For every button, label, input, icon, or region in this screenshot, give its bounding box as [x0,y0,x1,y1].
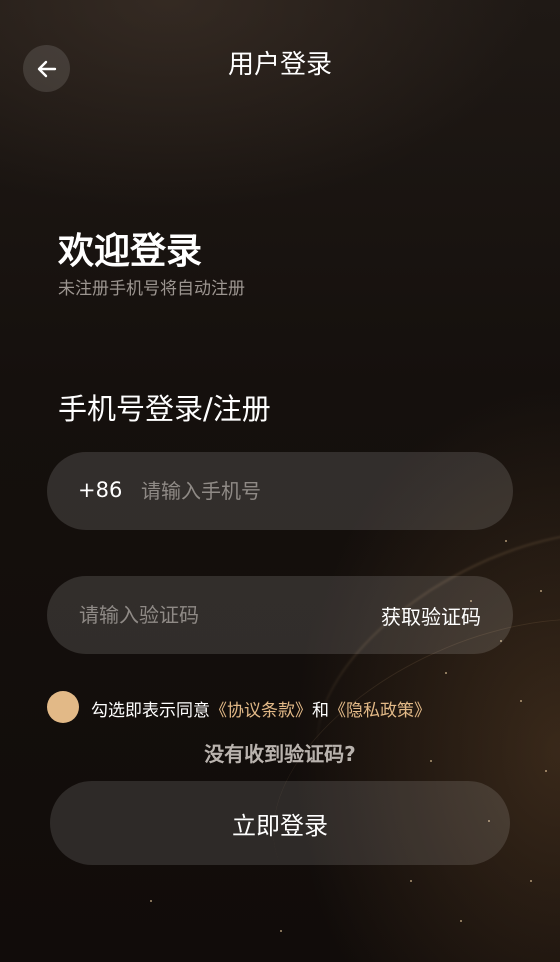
code-input[interactable] [79,576,369,654]
terms-link[interactable]: 《协议条款》 [210,701,312,721]
login-button[interactable]: 立即登录 [50,781,510,865]
sparkle [150,900,152,902]
welcome-subtitle: 未注册手机号将自动注册 [58,279,245,299]
phone-input[interactable] [141,452,481,530]
sparkle [530,880,532,882]
sparkle [445,672,447,674]
sparkle [520,700,522,702]
code-field: 获取验证码 [47,576,513,654]
app-header: 用户登录 [0,0,560,130]
sparkle [505,540,507,542]
country-code-prefix[interactable]: +86 [78,478,122,502]
section-title: 手机号登录/注册 [58,392,271,426]
sparkle [460,920,462,922]
get-code-button[interactable]: 获取验证码 [381,601,481,630]
sparkle [545,770,547,772]
page-title: 用户登录 [227,50,332,80]
privacy-link[interactable]: 《隐私政策》 [329,701,431,721]
agreement-checkbox[interactable] [47,691,79,723]
agreement-prefix: 勾选即表示同意 [91,701,210,721]
sparkle [410,880,412,882]
agreement-conjunction: 和 [312,701,329,721]
welcome-title: 欢迎登录 [58,231,203,272]
agreement-text: 勾选即表示同意《协议条款》和《隐私政策》 [91,696,431,721]
agreement-row: 勾选即表示同意《协议条款》和《隐私政策》 [47,690,517,724]
sparkle [540,590,542,592]
resend-code-link[interactable]: 没有收到验证码? [0,738,560,767]
sparkle [280,930,282,932]
phone-field: +86 [47,452,513,530]
